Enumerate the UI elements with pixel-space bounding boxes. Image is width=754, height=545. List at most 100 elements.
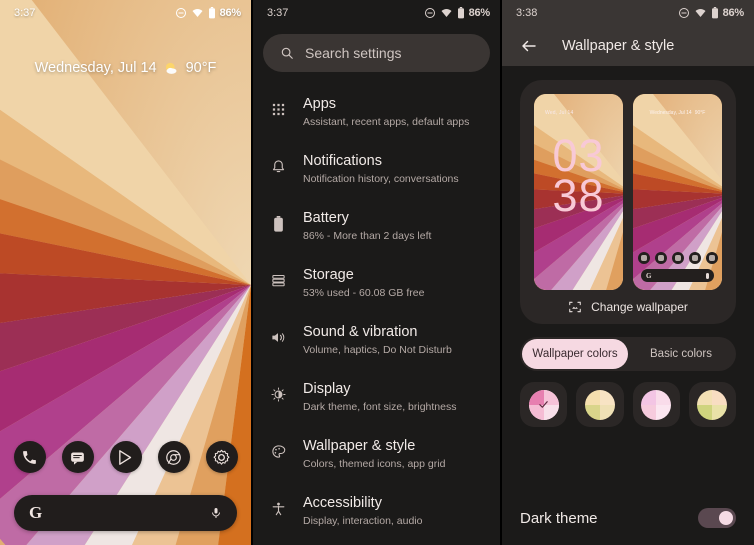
settings-item-title: Battery	[303, 210, 349, 226]
lock-preview-minute: 38	[552, 170, 605, 221]
dock-item-settings[interactable]	[205, 441, 238, 473]
wallpaper-style-header: Wallpaper & style	[502, 26, 754, 66]
google-search-bar[interactable]: G	[14, 495, 237, 531]
check-icon	[529, 390, 559, 420]
settings-item-subtitle: Dark theme, font size, brightness	[303, 401, 457, 413]
bell-icon	[267, 150, 289, 174]
home-preview-mic-icon	[706, 272, 709, 279]
dock-item-play-store[interactable]	[109, 441, 142, 473]
settings-item-subtitle: Assistant, recent apps, default apps	[303, 116, 470, 128]
dock-item-messages[interactable]	[61, 441, 94, 473]
preview-dock-icon	[705, 252, 718, 264]
settings-item-notifications[interactable]: Notifications Notification history, conv…	[253, 143, 500, 200]
battery-percent: 86%	[722, 7, 745, 19]
home-date-weather-widget[interactable]: Wednesday, Jul 14 90°F	[0, 60, 251, 76]
battery-icon	[208, 7, 215, 19]
widget-date: Wednesday, Jul 14	[34, 60, 157, 76]
panel-home-screen: 3:37 86% Wednesday, Jul 14 90°F G	[0, 0, 251, 545]
search-icon	[281, 47, 293, 59]
settings-item-apps[interactable]: Apps Assistant, recent apps, default app…	[253, 86, 500, 143]
settings-item-subtitle: Colors, themed icons, app grid	[303, 458, 446, 470]
color-swatch-1[interactable]	[520, 382, 568, 427]
battery-percent: 86%	[468, 7, 491, 19]
status-bar-settings: 3:37 86%	[253, 0, 500, 26]
gear-icon	[213, 449, 230, 465]
battery-icon	[457, 7, 464, 19]
status-bar-home: 3:37 86%	[0, 0, 251, 26]
home-screen-preview[interactable]: Wednesday, Jul 14 90°F G	[633, 94, 722, 290]
status-time: 3:37	[14, 7, 36, 19]
wallpaper-preview-card: Wed, Jul 14 03 38 Wednesday, Jul 14 90°F…	[520, 80, 736, 324]
preview-dock-icon	[688, 252, 701, 264]
phone-icon	[23, 450, 36, 464]
page-title: Wallpaper & style	[562, 38, 675, 54]
lock-preview-clock: 03 38	[534, 133, 623, 221]
settings-item-title: Wallpaper & style	[303, 438, 416, 454]
change-wallpaper-button[interactable]: Change wallpaper	[534, 300, 722, 314]
panel-settings-list: 3:37 86% Search settings Apps Assistant,…	[251, 0, 502, 545]
settings-item-battery[interactable]: Battery 86% - More than 2 days left	[253, 200, 500, 257]
dark-theme-label: Dark theme	[520, 509, 598, 527]
preview-dock-icon	[671, 252, 684, 264]
settings-item-title: Accessibility	[303, 495, 382, 511]
image-frame-icon	[569, 301, 581, 313]
message-icon	[71, 452, 84, 465]
status-time: 3:37	[267, 7, 289, 19]
wifi-icon	[695, 9, 706, 17]
home-preview-temp: 90°F	[694, 110, 706, 116]
apps-grid-icon	[267, 93, 289, 117]
dock-item-phone[interactable]	[13, 441, 46, 473]
status-time: 3:38	[516, 7, 538, 19]
preview-dock-icon	[637, 252, 650, 264]
dnd-icon	[424, 8, 435, 18]
three-panel-screenshot: 3:37 86% Wednesday, Jul 14 90°F G 3:37 8…	[0, 0, 754, 545]
settings-item-wallpaper-style[interactable]: Wallpaper & style Colors, themed icons, …	[253, 428, 500, 485]
google-logo: G	[29, 503, 43, 522]
status-bar-wallpaper: 3:38 86%	[502, 0, 754, 26]
home-preview-dock	[633, 252, 722, 264]
speaker-icon	[267, 321, 289, 345]
settings-item-subtitle: 86% - More than 2 days left	[303, 230, 432, 242]
settings-item-sound-vibration[interactable]: Sound & vibration Volume, haptics, Do No…	[253, 314, 500, 371]
dnd-icon	[678, 8, 689, 18]
color-swatch-4[interactable]	[688, 382, 736, 427]
tab-basic-colors[interactable]: Basic colors	[628, 339, 734, 369]
color-swatch-2[interactable]	[576, 382, 624, 427]
play-store-icon	[119, 449, 132, 465]
color-swatch-3[interactable]	[632, 382, 680, 427]
home-preview-google-logo: G	[646, 271, 652, 280]
tab-wallpaper-colors[interactable]: Wallpaper colors	[522, 339, 628, 369]
palette-icon	[267, 435, 289, 459]
toggle-knob	[719, 511, 733, 525]
settings-item-subtitle: Volume, haptics, Do Not Disturb	[303, 344, 452, 356]
settings-item-subtitle: Notification history, conversations	[303, 173, 459, 185]
change-wallpaper-label: Change wallpaper	[591, 300, 688, 314]
color-source-tabs: Wallpaper colors Basic colors	[520, 337, 736, 371]
mic-icon[interactable]	[210, 505, 222, 521]
settings-item-subtitle: Display, interaction, audio	[303, 515, 423, 527]
home-preview-search-bar: G	[641, 269, 714, 282]
wifi-icon	[192, 9, 203, 17]
brightness-icon	[267, 378, 289, 402]
accessibility-icon	[267, 492, 289, 517]
battery-icon	[267, 207, 289, 232]
dock-item-chrome[interactable]	[157, 441, 190, 473]
wifi-icon	[441, 9, 452, 17]
settings-item-accessibility[interactable]: Accessibility Display, interaction, audi…	[253, 485, 500, 542]
back-arrow-icon[interactable]	[520, 37, 538, 55]
battery-icon	[711, 7, 718, 19]
battery-percent: 86%	[219, 7, 242, 19]
search-settings-input[interactable]: Search settings	[263, 34, 490, 72]
settings-item-display[interactable]: Display Dark theme, font size, brightnes…	[253, 371, 500, 428]
settings-item-title: Display	[303, 381, 351, 397]
settings-item-title: Storage	[303, 267, 354, 283]
dark-theme-toggle[interactable]	[698, 508, 736, 528]
settings-item-title: Sound & vibration	[303, 324, 418, 340]
dnd-icon	[175, 8, 186, 18]
home-preview-widget: Wednesday, Jul 14 90°F	[633, 110, 722, 116]
settings-item-storage[interactable]: Storage 53% used - 60.08 GB free	[253, 257, 500, 314]
lock-screen-preview[interactable]: Wed, Jul 14 03 38	[534, 94, 623, 290]
dark-theme-row[interactable]: Dark theme	[520, 499, 736, 537]
preview-dock-icon	[654, 252, 667, 264]
home-preview-date: Wednesday, Jul 14	[649, 110, 692, 116]
